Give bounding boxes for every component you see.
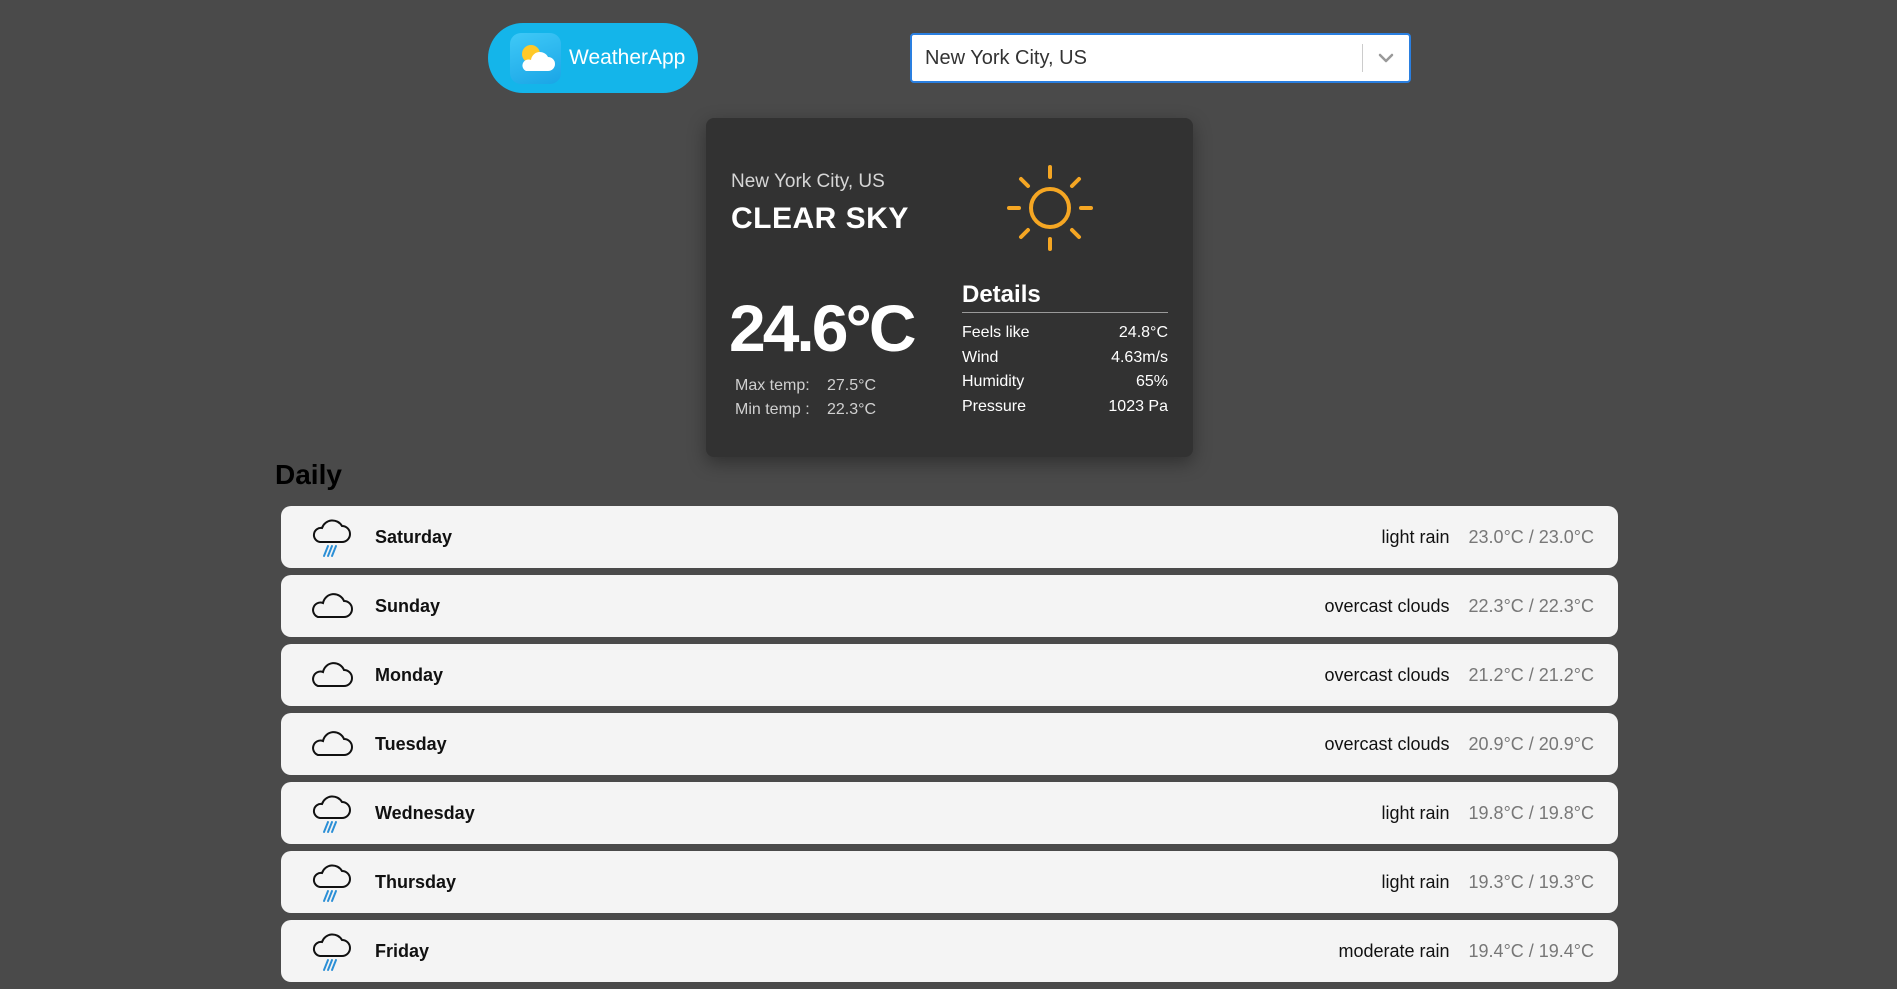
day-temp-range: 23.0°C / 23.0°C (1468, 526, 1594, 547)
daily-item-tuesday[interactable]: Tuesday overcast clouds 20.9°C / 20.9°C (281, 713, 1618, 775)
city-select[interactable]: New York City, US (910, 33, 1411, 83)
details-row-humidity: Humidity 65% (962, 370, 1168, 395)
sun-icon (1005, 163, 1095, 253)
day-condition: overcast clouds (1324, 595, 1450, 616)
cloud-icon (309, 652, 355, 698)
max-temp-row: Max temp: 27.5°C (735, 374, 876, 398)
day-condition: overcast clouds (1324, 733, 1450, 754)
day-name: Friday (375, 940, 430, 961)
chevron-down-icon[interactable] (1363, 35, 1409, 81)
detail-value: 65% (1135, 373, 1168, 390)
daily-item-saturday[interactable]: Saturday light rain 23.0°C / 23.0°C (281, 506, 1618, 568)
detail-label: Humidity (962, 373, 1025, 390)
day-condition: moderate rain (1338, 940, 1450, 961)
day-name: Wednesday (375, 802, 475, 823)
day-condition: light rain (1381, 871, 1450, 892)
day-condition: light rain (1381, 526, 1450, 547)
max-temp-value: 27.5°C (827, 377, 877, 394)
detail-label: Feels like (962, 324, 1030, 341)
current-weather-card: New York City, US CLEAR SKY 24.6°C Max t… (706, 118, 1193, 457)
rain-cloud-icon (309, 514, 355, 560)
day-temp-range: 19.3°C / 19.3°C (1468, 871, 1594, 892)
min-temp-row: Min temp : 22.3°C (735, 398, 876, 422)
current-city: New York City, US (731, 171, 885, 192)
details-row-pressure: Pressure 1023 Pa (962, 395, 1168, 420)
min-temp-label: Min temp : (735, 401, 810, 418)
day-temp-range: 19.8°C / 19.8°C (1468, 802, 1594, 823)
app-logo-button[interactable]: WeatherApp (488, 23, 698, 93)
daily-item-sunday[interactable]: Sunday overcast clouds 22.3°C / 22.3°C (281, 575, 1618, 637)
details-panel: Details Feels like 24.8°C Wind 4.63m/s H… (962, 281, 1168, 419)
day-condition: light rain (1381, 802, 1450, 823)
day-name: Monday (375, 664, 444, 685)
min-max-temps: Max temp: 27.5°C Min temp : 22.3°C (735, 374, 876, 422)
daily-item-wednesday[interactable]: Wednesday light rain 19.8°C / 19.8°C (281, 782, 1618, 844)
detail-value: 1023 Pa (1108, 397, 1168, 415)
daily-forecast-list: Saturday light rain 23.0°C / 23.0°C Sund… (281, 506, 1618, 989)
rain-cloud-icon (309, 859, 355, 905)
day-temp-range: 22.3°C / 22.3°C (1468, 595, 1594, 616)
day-name: Thursday (375, 871, 457, 892)
min-temp-value: 22.3°C (827, 401, 877, 418)
sun-behind-cloud-icon (510, 32, 561, 84)
daily-item-monday[interactable]: Monday overcast clouds 21.2°C / 21.2°C (281, 644, 1618, 706)
rain-cloud-icon (309, 790, 355, 836)
day-name: Sunday (375, 595, 441, 616)
cloud-icon (309, 583, 355, 629)
details-row-feels-like: Feels like 24.8°C (962, 321, 1168, 346)
max-temp-label: Max temp: (735, 377, 810, 394)
details-title: Details (962, 281, 1168, 313)
detail-value: 24.8°C (1118, 324, 1168, 341)
app-name: WeatherApp (569, 46, 686, 69)
daily-item-thursday[interactable]: Thursday light rain 19.3°C / 19.3°C (281, 851, 1618, 913)
day-temp-range: 19.4°C / 19.4°C (1468, 940, 1594, 961)
day-condition: overcast clouds (1324, 664, 1450, 685)
rain-cloud-icon (309, 928, 355, 974)
detail-value: 4.63m/s (1111, 348, 1168, 366)
cloud-icon (309, 721, 355, 767)
current-temperature: 24.6°C (729, 291, 917, 365)
details-row-wind: Wind 4.63m/s (962, 346, 1168, 371)
day-name: Saturday (375, 526, 453, 547)
day-temp-range: 21.2°C / 21.2°C (1468, 664, 1594, 685)
day-temp-range: 20.9°C / 20.9°C (1468, 733, 1594, 754)
detail-label: Pressure (962, 397, 1027, 415)
detail-label: Wind (962, 348, 999, 366)
day-name: Tuesday (375, 733, 447, 754)
city-select-value: New York City, US (925, 46, 1087, 69)
daily-item-friday[interactable]: Friday moderate rain 19.4°C / 19.4°C (281, 920, 1618, 982)
daily-title: Daily (275, 459, 342, 490)
current-description: CLEAR SKY (731, 202, 909, 235)
